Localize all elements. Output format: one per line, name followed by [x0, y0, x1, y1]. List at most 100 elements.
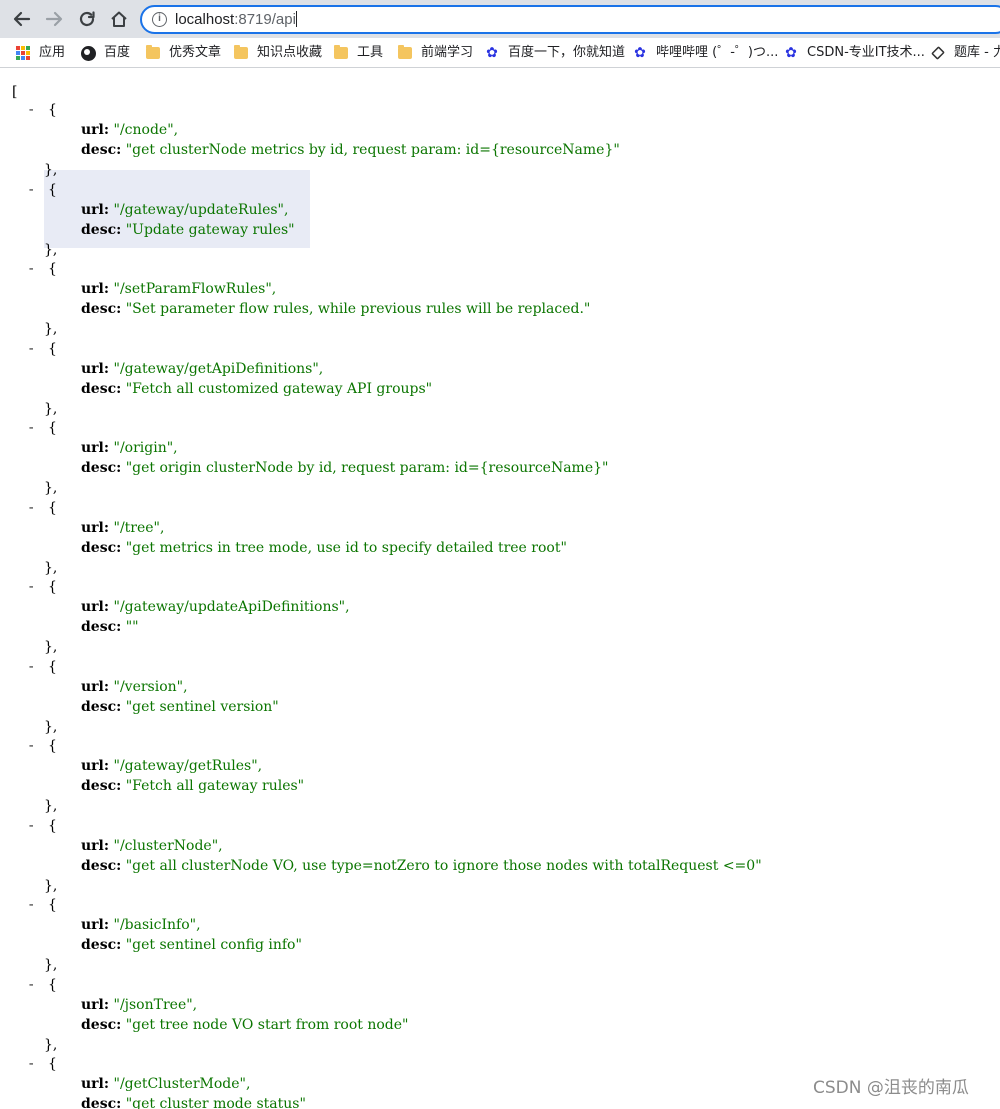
object-close-brace: }, [44, 639, 58, 655]
desc-key: desc: [81, 857, 122, 874]
desc-field: desc: "get sentinel version" [81, 697, 279, 717]
forward-arrow-icon [45, 11, 63, 27]
collapse-toggle[interactable]: - [27, 736, 37, 756]
desc-field: desc: "" [81, 617, 139, 637]
url-key: url: [81, 678, 110, 695]
object-close-brace: }, [44, 1036, 58, 1053]
bookmark-baidu[interactable]: 百度 [80, 43, 130, 63]
folder-icon [333, 45, 349, 61]
desc-key: desc: [81, 1096, 122, 1109]
object-close-brace: }, [44, 559, 58, 576]
csdn-watermark: CSDN @沮丧的南瓜 [813, 1078, 969, 1098]
collapse-toggle[interactable]: - [27, 657, 37, 677]
url-value: "/clusterNode", [113, 837, 223, 854]
collapse-toggle[interactable]: - [27, 975, 37, 995]
desc-value: "get clusterNode metrics by id, request … [125, 142, 620, 158]
collapse-toggle[interactable]: - [27, 100, 37, 120]
forward-button[interactable] [41, 6, 67, 32]
home-button[interactable] [106, 6, 132, 32]
bookmark-apps[interactable]: 应用 [15, 43, 65, 63]
desc-key: desc: [81, 142, 122, 158]
url-key: url: [81, 440, 110, 456]
url-field: url: "/clusterNode", [81, 836, 223, 856]
url-field: url: "/version", [81, 677, 188, 697]
url-key: url: [81, 758, 110, 774]
url-key: url: [81, 996, 110, 1013]
object-close-brace: }, [44, 798, 58, 814]
object-open-brace: { [48, 181, 57, 198]
desc-key: desc: [81, 301, 122, 317]
bookmark-label: 哔哩哔哩 (゜-゜)つ... [656, 45, 779, 60]
collapse-toggle[interactable]: - [27, 1054, 37, 1074]
bookmark-folder-knowledge[interactable]: 知识点收藏 [233, 43, 322, 63]
url-field: url: "/tree", [81, 518, 164, 538]
url-key: url: [81, 837, 110, 854]
object-close-brace: }, [44, 877, 58, 894]
desc-field: desc: "Update gateway rules" [81, 220, 295, 240]
url-key: url: [81, 360, 110, 377]
object-open-brace: { [48, 340, 57, 357]
site-info-icon[interactable]: i [152, 12, 167, 27]
json-viewer: [ -{url: "/cnode", desc: "get clusterNode… [0, 70, 1000, 1109]
collapse-toggle[interactable]: - [27, 577, 37, 597]
bookmark-leetcode[interactable]: 题库 - 力 [930, 43, 1000, 63]
reload-button[interactable] [74, 6, 100, 32]
collapse-toggle[interactable]: - [27, 180, 37, 200]
object-close-brace: }, [44, 321, 58, 337]
collapse-toggle[interactable]: - [27, 895, 37, 915]
bookmark-label: 工具 [357, 45, 384, 60]
url-key: url: [81, 1076, 110, 1092]
desc-value: "get tree node VO start from root node" [125, 1016, 409, 1033]
bookmark-csdn[interactable]: ✿ CSDN-专业IT技术... [783, 43, 925, 63]
object-open-brace: { [48, 897, 57, 913]
collapse-toggle[interactable]: - [27, 418, 37, 438]
url-value: "/gateway/getRules", [113, 758, 263, 774]
collapse-toggle[interactable]: - [27, 498, 37, 518]
collapse-toggle[interactable]: - [27, 816, 37, 836]
url-field: url: "/gateway/getRules", [81, 756, 262, 776]
desc-field: desc: "get clusterNode metrics by id, re… [81, 140, 620, 160]
baidu-paw-icon: ✿ [486, 45, 498, 61]
back-arrow-icon [13, 11, 31, 27]
url-key: url: [81, 281, 110, 297]
bookmark-folder-articles[interactable]: 优秀文章 [145, 43, 221, 63]
url-key: url: [81, 201, 110, 218]
desc-key: desc: [81, 460, 122, 476]
desc-value: "Fetch all customized gateway API groups… [125, 380, 433, 397]
desc-value: "Fetch all gateway rules" [125, 778, 305, 794]
desc-field: desc: "get cluster mode status" [81, 1094, 306, 1109]
address-bar[interactable]: i localhost:8719/api [140, 5, 1000, 34]
home-icon [111, 11, 127, 27]
desc-value: "get sentinel config info" [125, 937, 302, 953]
url-value: "/getClusterMode", [113, 1076, 251, 1092]
url-field: url: "/basicInfo", [81, 915, 201, 935]
globe-icon [80, 45, 96, 61]
back-button[interactable] [9, 6, 35, 32]
bookmark-folder-frontend[interactable]: 前端学习 [397, 43, 473, 63]
url-value: "/tree", [113, 519, 165, 536]
collapse-toggle[interactable]: - [27, 259, 37, 279]
url-value: "/gateway/updateApiDefinitions", [113, 599, 350, 615]
bookmark-label: 知识点收藏 [257, 45, 323, 60]
baidu-paw-icon: ✿ [785, 45, 797, 61]
url-value: "/basicInfo", [113, 917, 201, 933]
bookmark-bilibili[interactable]: ✿ 哔哩哔哩 (゜-゜)つ... [632, 43, 778, 63]
folder-icon [233, 45, 249, 61]
browser-toolbar: i localhost:8719/api [0, 0, 1000, 38]
address-path: :8719/api [234, 11, 296, 28]
object-close-brace: }, [44, 957, 58, 973]
bookmark-folder-tools[interactable]: 工具 [333, 43, 383, 63]
desc-value: "get origin clusterNode by id, request p… [125, 460, 609, 476]
bookmark-baidu-search[interactable]: ✿ 百度一下，你就知道 [484, 43, 625, 63]
apps-grid-icon [15, 45, 31, 61]
text-caret [295, 11, 297, 27]
url-key: url: [81, 917, 110, 933]
desc-value: "Update gateway rules" [125, 221, 295, 238]
desc-field: desc: "Set parameter flow rules, while p… [81, 299, 590, 319]
object-open-brace: { [48, 420, 57, 436]
address-text[interactable]: localhost:8719/api [175, 11, 297, 29]
bookmark-label: 百度一下，你就知道 [508, 45, 626, 60]
collapse-toggle[interactable]: - [27, 339, 37, 359]
desc-key: desc: [81, 937, 122, 953]
url-key: url: [81, 519, 110, 536]
